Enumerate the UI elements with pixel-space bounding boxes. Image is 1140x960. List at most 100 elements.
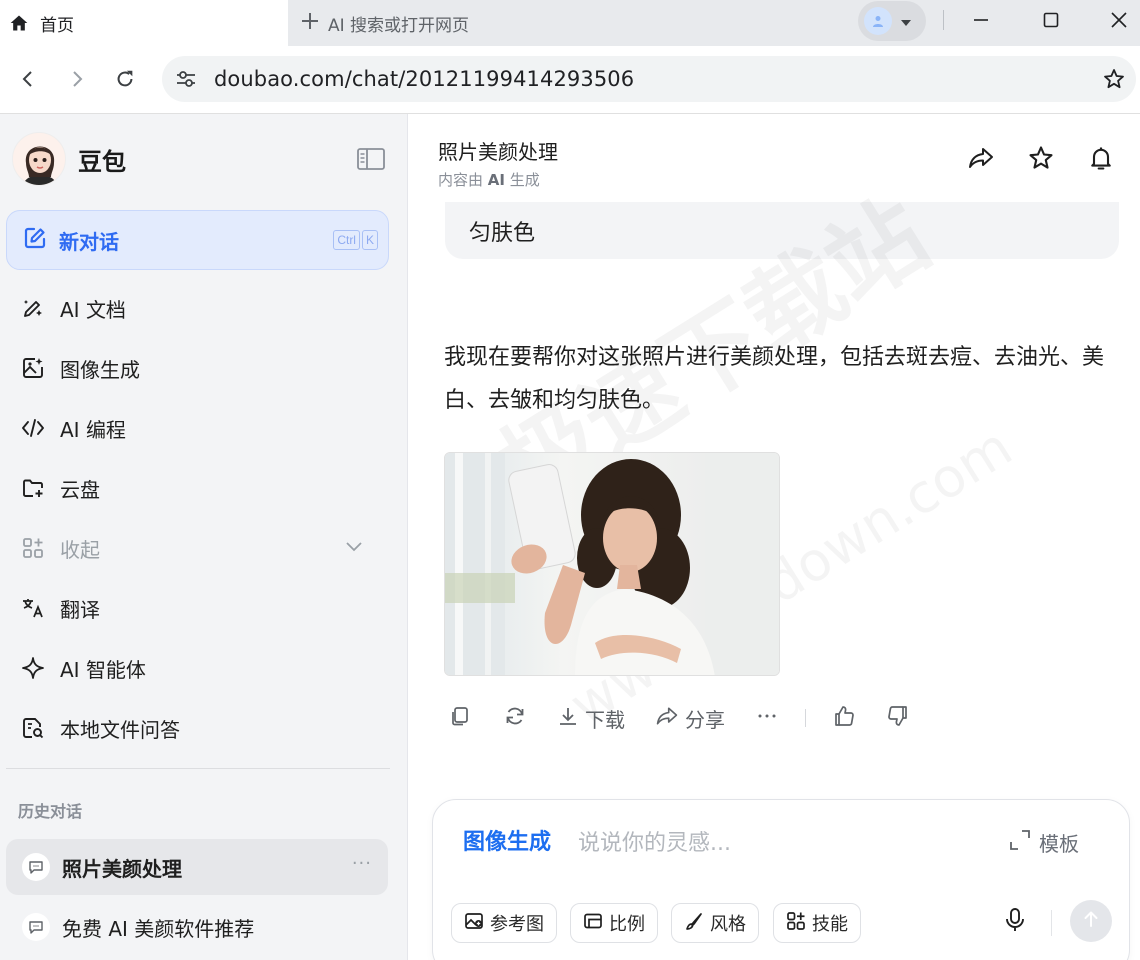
close-window-button[interactable] xyxy=(1096,0,1140,40)
history-item[interactable]: 免费 AI 美颜软件推荐 xyxy=(6,899,388,955)
brand[interactable]: 豆包 xyxy=(12,132,126,186)
file-search-icon xyxy=(20,715,46,741)
ratio-chip[interactable]: 比例 xyxy=(570,903,658,943)
like-button[interactable] xyxy=(832,702,856,734)
maximize-button[interactable] xyxy=(1028,0,1074,40)
new-chat-button[interactable]: 新对话 Ctrl K xyxy=(6,210,389,270)
profile-button[interactable] xyxy=(858,1,926,41)
grid-plus-icon xyxy=(786,911,806,936)
regenerate-button[interactable] xyxy=(503,702,527,734)
thumbs-down-icon xyxy=(886,704,910,733)
share-icon xyxy=(655,704,679,733)
sidebar-item-translate[interactable]: 翻译 xyxy=(20,588,380,628)
favorite-chat-button[interactable] xyxy=(1025,144,1057,176)
back-button[interactable] xyxy=(11,62,45,96)
composer: 图像生成 说说你的灵感... 模板 参考图 比例 风格 技能 xyxy=(432,799,1130,960)
tab-title: 首页 xyxy=(40,15,74,36)
sidebar-item-ai-agent[interactable]: AI 智能体 xyxy=(20,648,380,688)
subtitle-ai: AI xyxy=(487,171,505,189)
doubao-avatar xyxy=(12,132,66,186)
user-message-text: 匀肤色 xyxy=(469,220,536,246)
sidebar-toggle-button[interactable] xyxy=(356,148,386,174)
reload-button[interactable] xyxy=(108,62,142,96)
url-text: doubao.com/chat/20121199414293506 xyxy=(214,67,635,91)
share-chat-button[interactable] xyxy=(965,144,997,176)
tab-home[interactable]: 首页 xyxy=(0,0,288,46)
skills-chip[interactable]: 技能 xyxy=(773,903,861,943)
new-chat-label: 新对话 xyxy=(59,229,119,254)
shortcut-hint: Ctrl K xyxy=(333,230,378,250)
aspect-ratio-icon xyxy=(583,911,603,936)
copy-icon xyxy=(449,705,471,732)
share-button[interactable]: 分享 xyxy=(655,702,725,734)
share-icon xyxy=(967,144,995,176)
sidebar-item-collapse[interactable]: 收起 xyxy=(20,528,380,568)
chat-main: 照片美颜处理 内容由 AI 生成 匀肤色 极速下载站 www.mydown.co… xyxy=(409,114,1140,960)
message-actions: 下载 分享 xyxy=(449,702,910,734)
sidebar-divider xyxy=(6,768,390,769)
folder-icon xyxy=(20,475,46,501)
browser-tabstrip: 首页 AI 搜索或打开网页 xyxy=(0,0,1140,46)
chat-bubble-icon xyxy=(22,853,50,881)
sidebar-item-label: 本地文件问答 xyxy=(60,717,180,742)
more-actions-button[interactable] xyxy=(755,702,779,734)
template-button[interactable]: 模板 xyxy=(1009,828,1079,857)
sidebar-item-ai-doc[interactable]: AI 文档 xyxy=(20,288,380,328)
profile-avatar-icon xyxy=(864,7,892,35)
chip-label: 风格 xyxy=(710,914,746,935)
chevron-down-icon xyxy=(344,536,364,560)
notification-button[interactable] xyxy=(1085,144,1117,176)
share-label: 分享 xyxy=(685,707,725,732)
chat-subtitle: 内容由 AI 生成 xyxy=(438,169,558,190)
assistant-message-text: 我现在要帮你对这张照片进行美颜处理，包括去斑去痘、去油光、美白、去皱和均匀肤色。 xyxy=(444,345,1105,413)
copy-button[interactable] xyxy=(449,702,471,734)
voice-input-button[interactable] xyxy=(999,906,1031,938)
site-settings-icon[interactable] xyxy=(174,67,198,91)
forward-button[interactable] xyxy=(60,62,94,96)
chat-header: 照片美颜处理 内容由 AI 生成 xyxy=(438,136,558,190)
history-section-title: 历史对话 xyxy=(18,802,83,821)
sidebar-item-label: AI 智能体 xyxy=(60,657,146,682)
chip-label: 参考图 xyxy=(490,914,544,935)
style-chip[interactable]: 风格 xyxy=(671,903,759,943)
reference-image-chip[interactable]: 参考图 xyxy=(451,903,557,943)
composer-mode-label[interactable]: 图像生成 xyxy=(463,824,551,856)
address-bar[interactable]: doubao.com/chat/20121199414293506 xyxy=(162,56,1136,102)
sidebar-item-cloud-drive[interactable]: 云盘 xyxy=(20,468,380,508)
sidebar-item-label: 收起 xyxy=(60,537,100,562)
sidebar-item-image-gen[interactable]: 图像生成 xyxy=(20,348,380,388)
sidebar-item-label: 翻译 xyxy=(60,597,100,622)
generated-photo[interactable] xyxy=(444,452,780,676)
dislike-button[interactable] xyxy=(886,702,910,734)
browser-toolbar: doubao.com/chat/20121199414293506 xyxy=(0,46,1140,114)
code-icon xyxy=(20,415,46,441)
thumbs-up-icon xyxy=(832,704,856,733)
composer-input[interactable]: 说说你的灵感... xyxy=(578,825,731,857)
window-separator xyxy=(943,10,944,30)
edit-square-icon xyxy=(23,226,47,254)
sidebar-item-label: 云盘 xyxy=(60,477,100,502)
new-tab-button[interactable]: AI 搜索或打开网页 xyxy=(300,0,469,46)
send-button[interactable] xyxy=(1070,900,1112,942)
download-button[interactable]: 下载 xyxy=(557,702,625,734)
bookmark-star-icon[interactable] xyxy=(1102,67,1126,95)
composer-divider xyxy=(1051,910,1052,936)
plus-icon xyxy=(300,11,320,36)
actions-divider xyxy=(805,709,806,727)
chip-label: 技能 xyxy=(812,914,848,935)
bell-icon xyxy=(1087,144,1115,176)
subtitle-prefix: 内容由 xyxy=(438,171,488,189)
home-icon xyxy=(8,12,30,34)
template-label: 模板 xyxy=(1039,832,1079,856)
translate-icon xyxy=(20,595,46,621)
more-options-icon[interactable]: ··· xyxy=(352,853,372,874)
sidebar-item-local-file-qa[interactable]: 本地文件问答 xyxy=(20,708,380,748)
new-tab-label: AI 搜索或打开网页 xyxy=(328,15,470,36)
arrow-up-icon xyxy=(1082,910,1100,932)
history-item[interactable]: 照片美颜处理 ··· xyxy=(6,839,388,895)
minimize-button[interactable] xyxy=(958,0,1004,40)
brand-name: 豆包 xyxy=(78,147,126,176)
download-label: 下载 xyxy=(585,707,625,732)
sidebar-panel-icon xyxy=(357,148,385,174)
sidebar-item-ai-code[interactable]: AI 编程 xyxy=(20,408,380,448)
